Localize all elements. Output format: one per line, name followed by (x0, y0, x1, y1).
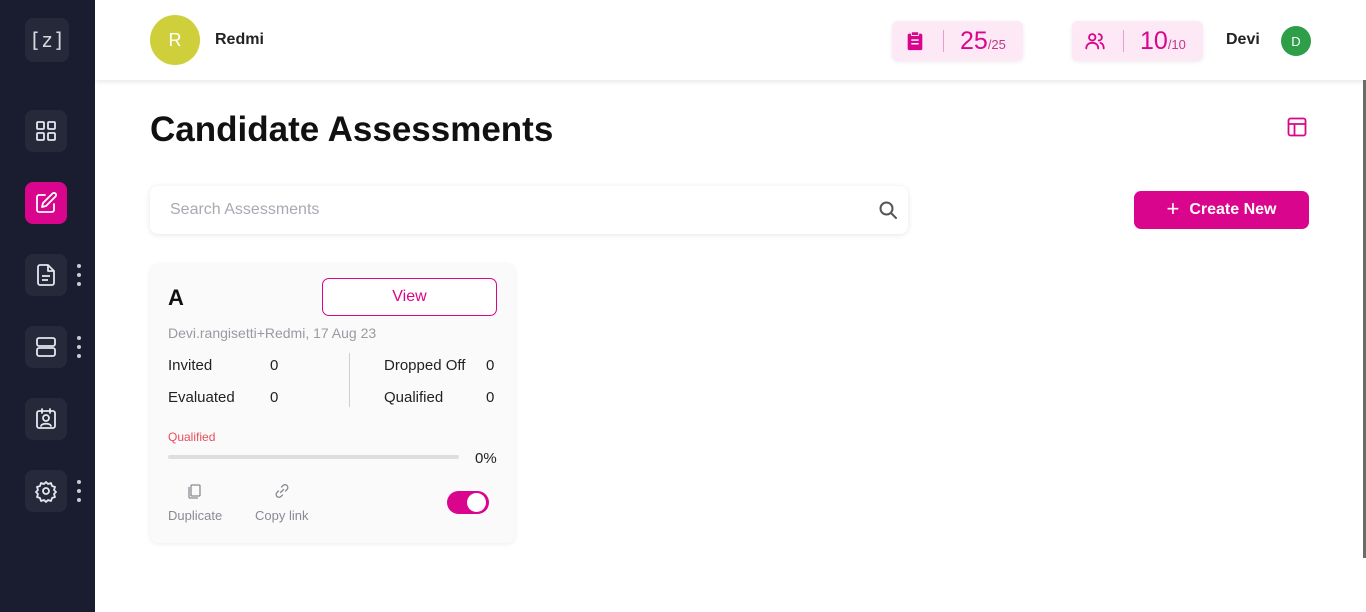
edit-icon (36, 192, 57, 213)
page-title: Candidate Assessments (150, 110, 554, 149)
copy-link-button[interactable]: Copy link (255, 482, 308, 523)
user-badge-icon (36, 408, 56, 429)
assessment-title: A (168, 285, 184, 310)
assessments-used: 25 (960, 26, 988, 55)
clipboard-icon (907, 31, 923, 51)
nav-settings-more-icon[interactable] (76, 480, 82, 502)
search-icon[interactable] (878, 200, 898, 220)
duplicate-button[interactable]: Duplicate (168, 482, 222, 523)
plus-icon: + (1166, 196, 1180, 221)
nav-dashboard[interactable] (25, 110, 67, 152)
users-total: /10 (1167, 36, 1186, 52)
user-avatar[interactable]: D (1281, 26, 1311, 56)
org-avatar[interactable]: R (150, 15, 200, 65)
nav-assessments[interactable] (25, 182, 67, 224)
layout-icon[interactable] (1287, 117, 1307, 137)
progress-label: Qualified (168, 430, 216, 444)
dropped-off-label: Dropped Off (384, 357, 466, 374)
sidebar: [z] (0, 0, 95, 612)
users-quota: 10 /10 (1072, 21, 1203, 61)
nav-servers-more-icon[interactable] (76, 336, 82, 358)
evaluated-count: 0 (270, 389, 279, 406)
dropped-off-count: 0 (486, 357, 495, 374)
app-logo[interactable]: [z] (25, 18, 69, 62)
user-name[interactable]: Devi (1226, 31, 1260, 49)
nav-servers[interactable] (25, 326, 67, 368)
duplicate-icon (188, 484, 201, 499)
users-used: 10 (1140, 26, 1168, 55)
org-name: Redmi (215, 31, 264, 48)
invited-count: 0 (270, 357, 279, 374)
create-new-label: Create New (1189, 201, 1277, 218)
nav-settings[interactable] (25, 470, 67, 512)
document-icon (37, 264, 55, 286)
nav-candidates[interactable] (25, 398, 67, 440)
users-icon (1085, 33, 1105, 50)
assessment-active-toggle[interactable] (447, 491, 489, 514)
link-icon (275, 484, 289, 498)
nav-documents-more-icon[interactable] (76, 264, 82, 286)
toggle-knob (467, 493, 486, 512)
settings-tools-icon (35, 481, 57, 503)
stats-divider (349, 353, 350, 407)
evaluated-label: Evaluated (168, 389, 235, 406)
invited-label: Invited (168, 357, 213, 374)
assessment-meta: Devi.rangisetti+Redmi, 17 Aug 23 (168, 325, 377, 341)
qualified-label: Qualified (384, 389, 444, 406)
assessment-card: A View Devi.rangisetti+Redmi, 17 Aug 23 … (150, 264, 515, 543)
qualified-progress-bar (168, 455, 459, 459)
dashboard-grid-icon (36, 121, 56, 141)
search-bar (150, 186, 908, 234)
duplicate-label: Duplicate (168, 508, 223, 523)
progress-percent: 0% (475, 450, 497, 467)
nav-documents[interactable] (25, 254, 67, 296)
assessments-total: /25 (987, 36, 1006, 52)
copy-link-label: Copy link (255, 508, 309, 523)
create-new-button[interactable]: + Create New (1134, 191, 1309, 229)
qualified-count: 0 (486, 389, 495, 406)
view-button[interactable]: View (322, 278, 497, 316)
assessments-quota: 25 /25 (892, 21, 1023, 61)
server-icon (36, 337, 56, 357)
top-header: R Redmi 25 /25 10 /10 Devi D (95, 0, 1366, 80)
search-input[interactable] (150, 186, 870, 234)
